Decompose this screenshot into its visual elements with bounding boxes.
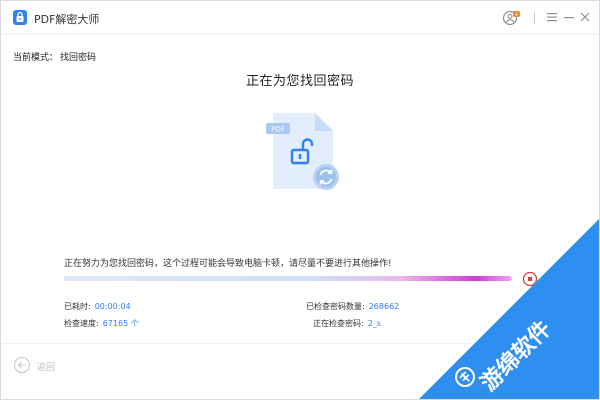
app-title: PDF解密大师 (34, 13, 100, 26)
hamburger-menu-icon[interactable] (544, 9, 560, 25)
mode-label: 当前模式： (13, 53, 59, 63)
back-label: 返回 (37, 363, 56, 373)
pdf-badge-label: PDF (271, 126, 285, 134)
current-value: 2_s (367, 319, 381, 328)
elapsed-time: 已耗时: 00:00:04 (64, 301, 131, 312)
current-mode: 当前模式： 找回密码 (13, 50, 96, 63)
page-title: 正在为您找回密码 (245, 74, 354, 89)
speed-value: 67165 个 (102, 319, 139, 328)
checked-value: 268662 (368, 302, 400, 311)
user-account-icon[interactable]: + (502, 9, 520, 27)
check-speed: 检查速度: 67165 个 (64, 318, 139, 329)
pdf-badge: PDF (266, 123, 290, 134)
progress-message: 正在努力为您找回密码，这个过程可能会导致电脑卡顿，请尽量不要进行其他操作! (64, 259, 392, 269)
checked-label: 已检查密码数量: (306, 302, 365, 311)
checked-count: 已检查密码数量: 268662 (306, 301, 399, 312)
pdf-unlock-illustration: PDF (263, 109, 343, 195)
title-bar[interactable]: PDF解密大师 + (1, 1, 599, 35)
elapsed-value: 00:00:04 (94, 302, 131, 311)
minimize-icon[interactable] (561, 9, 577, 25)
svg-text:+: + (514, 12, 518, 18)
refresh-icon (313, 164, 339, 190)
speed-label: 检查速度: (64, 319, 99, 328)
current-label: 正在检查密码: (313, 319, 364, 328)
app-window: PDF解密大师 + 当前模式： 找回密码 正在为您找回密码 PDF 正在努力为您… (0, 0, 600, 400)
mode-value: 找回密码 (60, 53, 97, 63)
watermark-logo: 游绵软件 (399, 209, 599, 399)
close-icon[interactable] (577, 9, 593, 25)
padlock-logo-icon (13, 10, 27, 25)
back-arrow-icon (13, 356, 31, 374)
current-password: 正在检查密码: 2_s (313, 318, 381, 329)
elapsed-label: 已耗时: (64, 302, 91, 311)
titlebar-separator (534, 12, 535, 24)
